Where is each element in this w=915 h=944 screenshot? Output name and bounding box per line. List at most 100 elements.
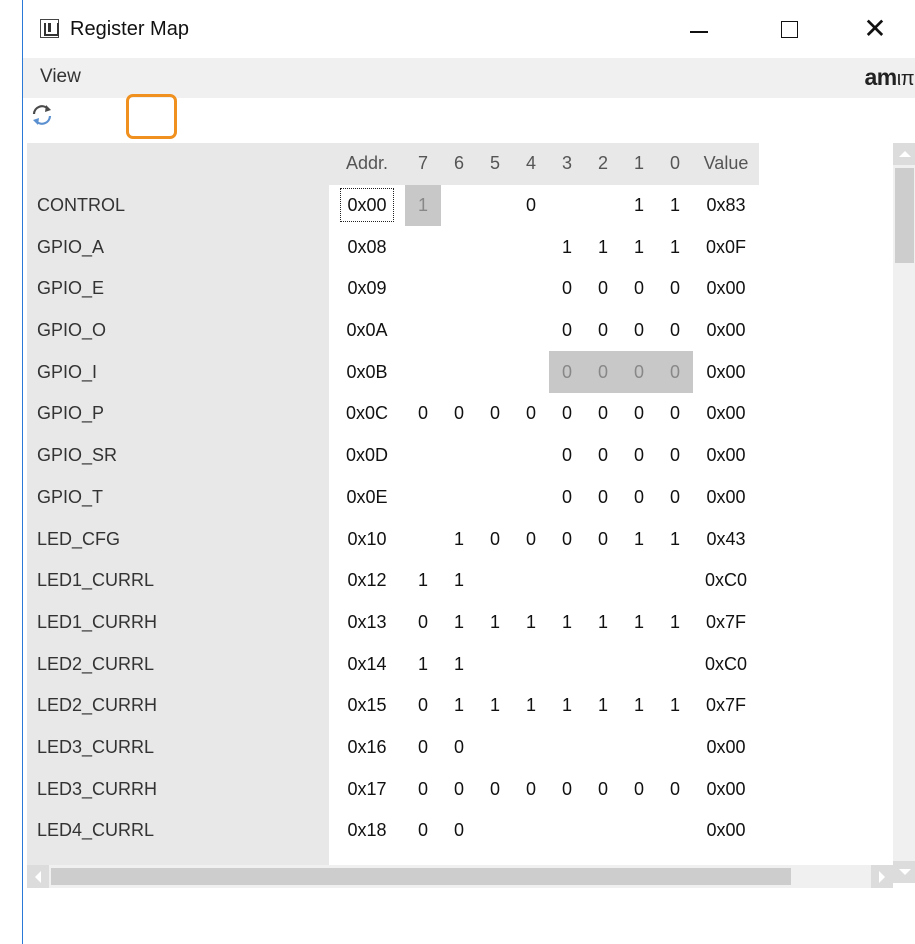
bit-cell-1[interactable]: 0 <box>621 393 657 435</box>
bit-cell-5[interactable] <box>477 268 513 310</box>
bit-cell-6[interactable]: 0 <box>441 810 477 852</box>
register-value[interactable]: 0x00 <box>693 435 759 477</box>
bit-cell-7[interactable] <box>405 518 441 560</box>
bit-cell-1[interactable]: 0 <box>621 768 657 810</box>
bit-cell-7[interactable]: 0 <box>405 768 441 810</box>
bit-cell-4[interactable]: 0 <box>513 518 549 560</box>
table-row[interactable]: LED_CFG 0x10 1 0 0 0 0 1 1 0x43 <box>27 518 759 560</box>
bit-cell-6[interactable]: 1 <box>441 560 477 602</box>
bit-cell-7[interactable]: 1 <box>405 184 441 227</box>
bit-cell-3[interactable]: 0 <box>549 310 585 352</box>
bit-cell-5[interactable] <box>477 643 513 685</box>
bit-cell-1[interactable]: 0 <box>621 477 657 519</box>
maximize-button[interactable] <box>744 0 834 58</box>
register-value[interactable]: 0x00 <box>693 810 759 852</box>
bit-cell-6[interactable] <box>441 477 477 519</box>
bit-cell-1[interactable]: 1 <box>621 685 657 727</box>
title-bar[interactable]: Register Map ✕ <box>23 0 915 58</box>
register-address[interactable]: 0x00 <box>329 185 405 227</box>
bit-cell-2[interactable] <box>585 560 621 602</box>
table-row[interactable]: LED2_CURRH 0x15 0 1 1 1 1 1 1 1 0x7F <box>27 684 759 727</box>
bit-cell-3[interactable]: 1 <box>549 226 585 268</box>
bit-cell-2[interactable] <box>585 643 621 685</box>
bit-cell-4[interactable] <box>513 351 549 393</box>
bit-cell-3[interactable] <box>549 560 585 602</box>
scroll-left-arrow-icon[interactable] <box>27 865 49 888</box>
bit-cell-2[interactable]: 0 <box>585 393 621 435</box>
bit-cell-0[interactable]: 1 <box>657 226 693 268</box>
register-value[interactable]: 0x43 <box>693 518 759 560</box>
bit-cell-3[interactable] <box>549 185 585 227</box>
bit-cell-4[interactable]: 1 <box>513 602 549 644</box>
bit-cell-6[interactable] <box>441 185 477 227</box>
bit-cell-4[interactable] <box>513 268 549 310</box>
table-row[interactable]: GPIO_I 0x0B 0 0 0 0 0x00 <box>27 351 759 394</box>
bit-cell-6[interactable]: 1 <box>441 643 477 685</box>
register-value[interactable]: 0xC0 <box>693 560 759 602</box>
bit-cell-6[interactable]: 0 <box>441 768 477 810</box>
vertical-scroll-thumb[interactable] <box>895 168 914 263</box>
bit-cell-5[interactable]: 0 <box>477 393 513 435</box>
bit-cell-3[interactable] <box>549 810 585 852</box>
bit-cell-1[interactable]: 1 <box>621 226 657 268</box>
bit-cell-1[interactable] <box>621 810 657 852</box>
bit-cell-0[interactable]: 0 <box>657 768 693 810</box>
bit-cell-3[interactable]: 0 <box>549 268 585 310</box>
table-row[interactable]: GPIO_A 0x08 1 1 1 1 0x0F <box>27 226 759 269</box>
bit-cell-3[interactable]: 1 <box>549 602 585 644</box>
bit-cell-3[interactable]: 0 <box>549 351 585 394</box>
bit-cell-7[interactable]: 0 <box>405 810 441 852</box>
register-value[interactable]: 0x83 <box>693 185 759 227</box>
table-row[interactable]: LED4_CURRL 0x18 0 0 0x00 <box>27 810 759 852</box>
register-address[interactable]: 0x0D <box>329 435 405 477</box>
bit-cell-4[interactable]: 0 <box>513 768 549 810</box>
table-row[interactable]: LED1_CURRH 0x13 0 1 1 1 1 1 1 1 0x7F <box>27 601 759 644</box>
register-value[interactable]: 0x00 <box>693 393 759 435</box>
bit-cell-2[interactable]: 0 <box>585 768 621 810</box>
register-address[interactable]: 0x15 <box>329 685 405 727</box>
table-row[interactable]: LED3_CURRL 0x16 0 0 0x00 <box>27 726 759 769</box>
bit-cell-3[interactable]: 1 <box>549 685 585 727</box>
bit-cell-5[interactable] <box>477 310 513 352</box>
bit-cell-2[interactable]: 0 <box>585 477 621 519</box>
scroll-up-arrow-icon[interactable] <box>893 143 915 165</box>
register-map-app-icon[interactable] <box>40 19 59 38</box>
bit-cell-1[interactable]: 0 <box>621 310 657 352</box>
bit-cell-3[interactable]: 0 <box>549 518 585 560</box>
bit-cell-2[interactable]: 1 <box>585 226 621 268</box>
register-value[interactable]: 0x00 <box>693 310 759 352</box>
bit-cell-5[interactable]: 1 <box>477 602 513 644</box>
bit-cell-3[interactable] <box>549 727 585 769</box>
bit-cell-2[interactable]: 0 <box>585 351 621 394</box>
bit-cell-1[interactable]: 1 <box>621 518 657 560</box>
bit-cell-5[interactable]: 1 <box>477 685 513 727</box>
bit-cell-0[interactable] <box>657 643 693 685</box>
bit-cell-0[interactable]: 1 <box>657 685 693 727</box>
bit-cell-5[interactable] <box>477 810 513 852</box>
bit-cell-7[interactable]: 0 <box>405 602 441 644</box>
menu-view[interactable]: View <box>40 66 81 88</box>
bit-cell-1[interactable]: 0 <box>621 351 657 394</box>
bit-cell-1[interactable] <box>621 560 657 602</box>
bit-cell-4[interactable] <box>513 435 549 477</box>
bit-cell-0[interactable]: 0 <box>657 477 693 519</box>
bit-cell-3[interactable]: 0 <box>549 393 585 435</box>
register-address[interactable]: 0x0E <box>329 477 405 519</box>
bit-cell-5[interactable] <box>477 477 513 519</box>
refresh-icon[interactable] <box>30 103 54 127</box>
bit-cell-4[interactable] <box>513 477 549 519</box>
bit-cell-3[interactable] <box>549 643 585 685</box>
highlighted-toolbar-slot[interactable] <box>126 94 177 139</box>
bit-cell-2[interactable]: 0 <box>585 518 621 560</box>
bit-cell-0[interactable]: 0 <box>657 435 693 477</box>
bit-cell-3[interactable]: 0 <box>549 768 585 810</box>
table-row[interactable]: CONTROL 0x00 1 0 1 1 0x83 <box>27 184 759 227</box>
bit-cell-0[interactable]: 1 <box>657 518 693 560</box>
bit-cell-1[interactable]: 1 <box>621 602 657 644</box>
bit-cell-7[interactable] <box>405 310 441 352</box>
register-address[interactable]: 0x12 <box>329 560 405 602</box>
bit-cell-2[interactable] <box>585 810 621 852</box>
bit-cell-4[interactable] <box>513 727 549 769</box>
bit-cell-4[interactable]: 0 <box>513 393 549 435</box>
close-button[interactable]: ✕ <box>834 0 915 58</box>
